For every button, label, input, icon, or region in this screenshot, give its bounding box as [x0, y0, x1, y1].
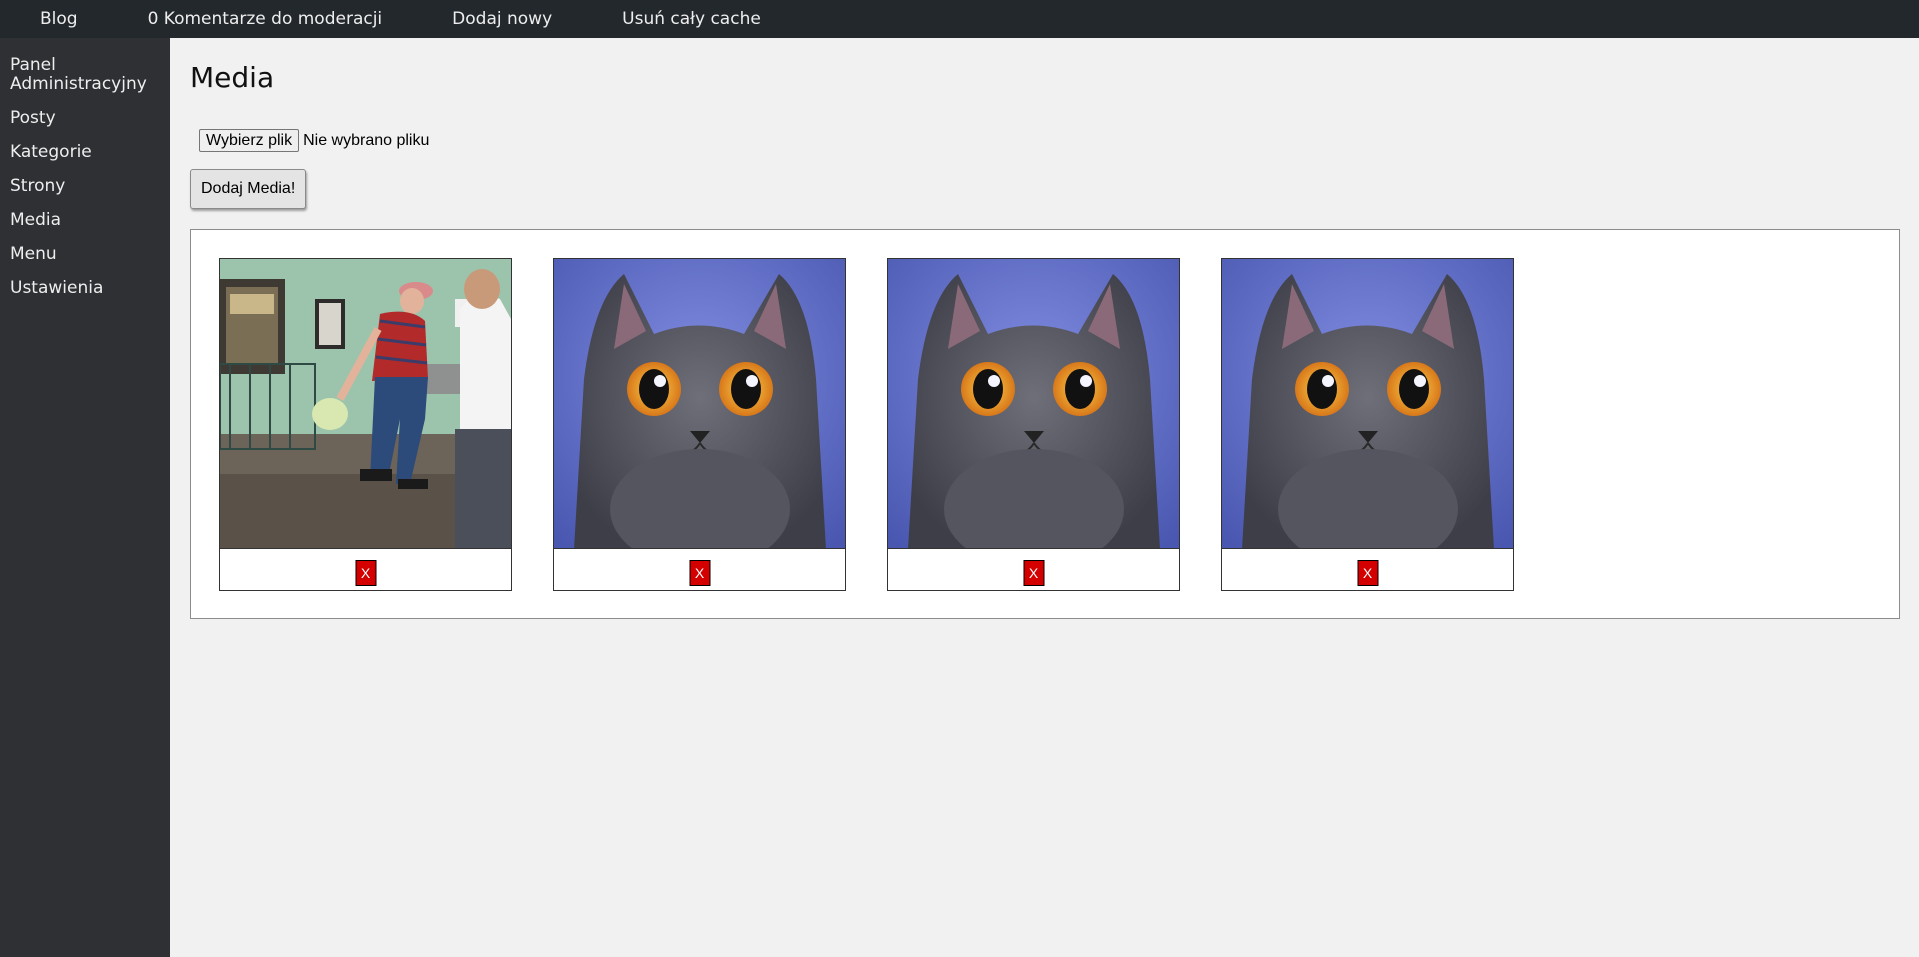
file-input: Wybierz plik Nie wybrano pliku: [199, 129, 429, 152]
delete-media-button[interactable]: X: [1357, 560, 1378, 586]
page-title: Media: [190, 61, 275, 94]
photo-grey-cat: [888, 259, 1179, 548]
sidebar-item-posts[interactable]: Posty: [0, 109, 170, 128]
media-item: X: [553, 258, 846, 591]
photo-grey-cat: [554, 259, 845, 548]
delete-media-button[interactable]: X: [355, 560, 376, 586]
sidebar-item-categories[interactable]: Kategorie: [0, 143, 170, 162]
choose-file-button[interactable]: Wybierz plik: [199, 129, 300, 152]
topbar-link-blog[interactable]: Blog: [40, 0, 78, 38]
delete-media-button[interactable]: X: [689, 560, 710, 586]
photo-grey-cat: [1222, 259, 1513, 548]
media-item: X: [1221, 258, 1514, 591]
sidebar-item-settings[interactable]: Ustawienia: [0, 279, 170, 298]
photo-man-walking: [220, 259, 511, 548]
sidebar-item-media[interactable]: Media: [0, 211, 170, 230]
media-thumbnail-man[interactable]: [220, 259, 511, 549]
file-status-text: Nie wybrano pliku: [303, 131, 430, 149]
topbar-link-comments-moderation[interactable]: 0 Komentarze do moderacji: [148, 0, 383, 38]
media-thumbnail-cat[interactable]: [1222, 259, 1513, 549]
media-item: X: [887, 258, 1180, 591]
sidebar-item-menu[interactable]: Menu: [0, 245, 170, 264]
sidebar-item-pages[interactable]: Strony: [0, 177, 170, 196]
media-thumbnail-cat[interactable]: [554, 259, 845, 549]
delete-media-button[interactable]: X: [1023, 560, 1044, 586]
media-item: X: [219, 258, 512, 591]
topbar-link-clear-cache[interactable]: Usuń cały cache: [622, 0, 761, 38]
sidebar-item-dashboard[interactable]: Panel Administracyjny: [0, 56, 170, 94]
media-thumbnail-cat[interactable]: [888, 259, 1179, 549]
admin-sidebar: Panel Administracyjny Posty Kategorie St…: [0, 38, 170, 957]
admin-top-bar: Blog 0 Komentarze do moderacji Dodaj now…: [0, 0, 1919, 38]
media-grid: X X X X: [219, 258, 1555, 591]
media-library: X X X X: [190, 229, 1900, 619]
topbar-link-add-new[interactable]: Dodaj nowy: [452, 0, 552, 38]
add-media-button[interactable]: Dodaj Media!: [190, 169, 307, 209]
main-content: Media Wybierz plik Nie wybrano pliku Dod…: [170, 38, 1919, 957]
